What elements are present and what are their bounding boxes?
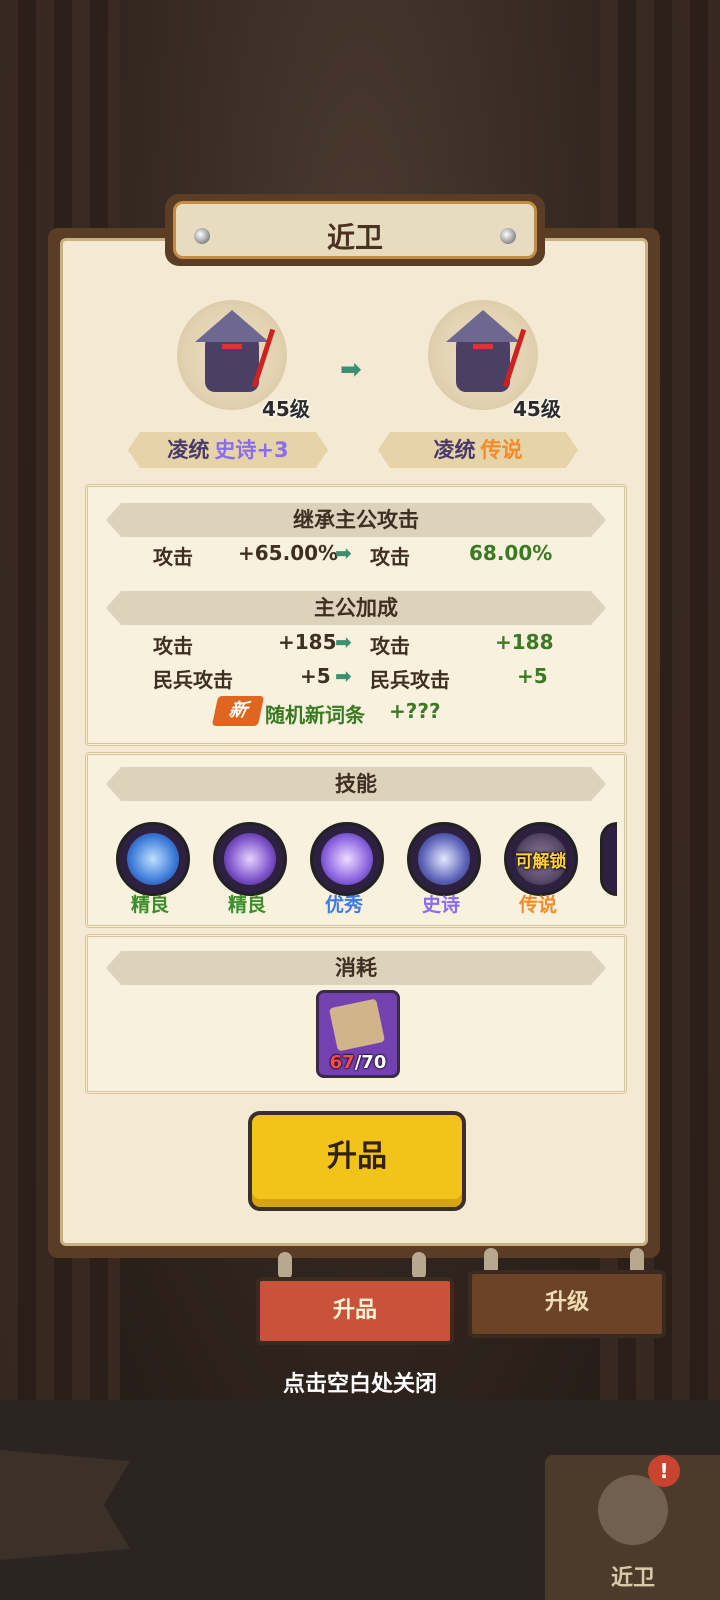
tab-upgrade-rank[interactable]: 升品	[256, 1277, 454, 1345]
skill-grade-3: 优秀	[324, 894, 363, 916]
stat-label: 攻击	[370, 545, 410, 569]
upgrade-button[interactable]: 升品	[248, 1111, 466, 1211]
arrow-right-icon: ➡	[335, 664, 352, 688]
stat-label: 攻击	[153, 545, 193, 569]
upgrade-material-item[interactable]: 67/70	[316, 990, 400, 1078]
tab-level-up[interactable]: 升级	[468, 1270, 666, 1338]
skill-grade-2: 精良	[227, 894, 266, 916]
material-count: 67/70	[329, 1052, 387, 1073]
stat-label: 攻击	[370, 634, 410, 658]
skill-grade-1: 精良	[130, 894, 169, 916]
stat-value-from: +185	[278, 630, 337, 654]
close-hint: 点击空白处关闭	[282, 1372, 437, 1397]
hat-icon	[446, 310, 520, 342]
scroll-icon	[328, 998, 386, 1052]
arrow-right-icon: ➡	[335, 630, 352, 654]
skill-grade-5: 传说	[518, 894, 557, 916]
hero-name: 凌统	[433, 438, 476, 462]
stat-value-to: +5	[517, 664, 548, 688]
skills-header: 技能	[106, 767, 606, 801]
hero-name-banner-next: 凌统 传说	[378, 432, 578, 468]
stat-label: 攻击	[153, 634, 193, 658]
hero-nav-label: 近卫	[610, 1566, 655, 1591]
arrow-right-icon: ➡	[335, 541, 352, 565]
title-plate: 近卫	[165, 194, 545, 266]
unlockable-label: 可解锁	[515, 852, 567, 872]
stat-label: 民兵攻击	[153, 668, 233, 692]
stat-value-to: 68.00%	[469, 541, 553, 565]
skill-icon-1[interactable]	[116, 822, 190, 896]
panel-title: 近卫	[326, 221, 383, 254]
bonus-header: 主公加成	[106, 591, 606, 625]
skill-icon-3[interactable]	[310, 822, 384, 896]
new-badge-icon: 新	[211, 696, 265, 726]
alert-badge: !	[648, 1455, 680, 1487]
stat-value-from: +65.00%	[238, 541, 339, 565]
hero-name: 凌统	[167, 438, 210, 462]
skill-icon-2[interactable]	[213, 822, 287, 896]
cost-header: 消耗	[106, 951, 606, 985]
hero-grade: 史诗+3	[214, 438, 289, 462]
hero-name-banner-current: 凌统 史诗+3	[128, 432, 328, 468]
skill-icon-5[interactable]: 可解锁	[504, 822, 578, 896]
hat-icon	[195, 310, 269, 342]
new-affix-value: +???	[389, 699, 441, 723]
skill-icon-partial[interactable]	[600, 822, 617, 896]
upgrade-button-label: 升品	[327, 1139, 387, 1174]
inherit-header: 继承主公攻击	[106, 503, 606, 537]
skill-icon-4[interactable]	[407, 822, 481, 896]
hero-level-next: 45级	[513, 397, 561, 421]
stat-value-to: +188	[495, 630, 554, 654]
new-affix-label: 随机新词条	[265, 703, 365, 727]
stat-value-from: +5	[300, 664, 331, 688]
stat-label: 民兵攻击	[370, 668, 450, 692]
hero-level-current: 45级	[262, 397, 310, 421]
arrow-right-icon: ➡	[340, 355, 362, 385]
skill-grade-4: 史诗	[421, 894, 460, 916]
hero-grade: 传说	[480, 438, 523, 462]
